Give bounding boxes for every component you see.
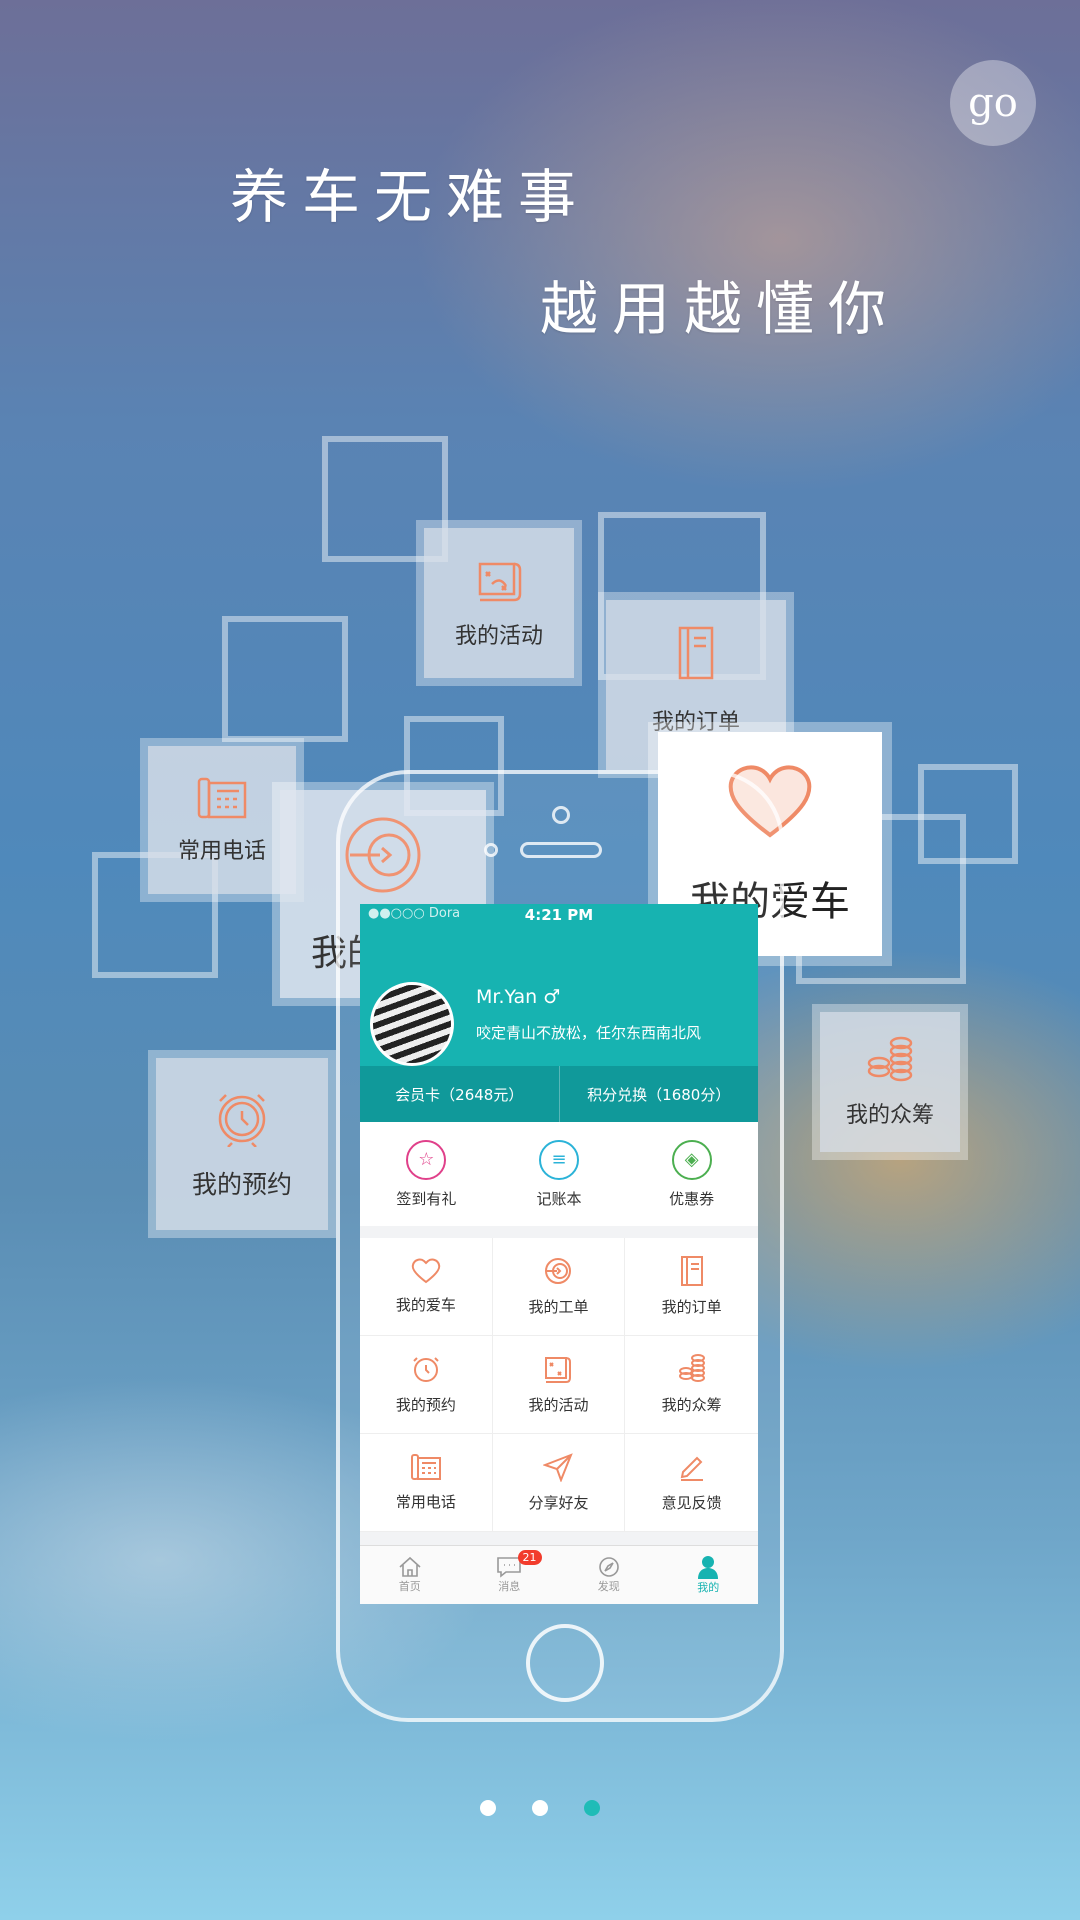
user-motto: 咬定青山不放松，任尔东西南北风 — [476, 1024, 702, 1042]
page-dot[interactable] — [532, 1800, 548, 1816]
compass-icon — [598, 1557, 619, 1577]
quick-action-label: 记账本 — [536, 1189, 582, 1208]
grid-item-label: 我的活动 — [528, 1396, 589, 1414]
grid-item-label: 我的众筹 — [661, 1396, 722, 1414]
order-icon — [678, 626, 714, 680]
tab-label: 发现 — [597, 1580, 620, 1593]
grid-item-my-workorder[interactable]: 我的工单 — [492, 1238, 626, 1336]
unread-badge: 21 — [517, 1550, 542, 1565]
paper-plane-icon — [543, 1453, 574, 1482]
account-bar: 会员卡（2648元） 积分兑换（1680分） — [360, 1066, 758, 1122]
phone-screen: ●●○○○ Dora 4:21 PM Mr.Yan ♂ 咬定青山不放松，任尔东西… — [360, 904, 758, 1604]
person-icon — [698, 1556, 719, 1579]
grid-item-label: 意见反馈 — [661, 1494, 722, 1512]
grid-item-my-crowdfund[interactable]: 我的众筹 — [625, 1336, 758, 1434]
grid-item-my-appointment[interactable]: 我的预约 — [360, 1336, 493, 1434]
alarm-clock-icon — [218, 1094, 266, 1147]
quick-action-label: 优惠券 — [669, 1189, 715, 1208]
page-dot-active[interactable] — [584, 1800, 600, 1816]
telephone-icon — [410, 1454, 441, 1480]
tab-label: 我的 — [697, 1581, 720, 1594]
grid-item-common-phone[interactable]: 常用电话 — [360, 1434, 493, 1532]
coupon-icon: ◈ — [671, 1139, 712, 1180]
phone-sensor — [484, 843, 498, 857]
page-indicator — [0, 1800, 1080, 1816]
grid-item-share-friends[interactable]: 分享好友 — [492, 1434, 626, 1532]
card-label: 我的众筹 — [845, 1103, 934, 1128]
avatar[interactable] — [370, 982, 454, 1066]
ledger-icon: ≡ — [539, 1139, 579, 1180]
slogan-line-2: 越用越懂你 — [540, 275, 901, 343]
grid-item-label: 常用电话 — [395, 1493, 456, 1511]
phone-camera — [552, 806, 570, 824]
home-icon — [399, 1556, 421, 1577]
card-my-activity: 我的活动 — [416, 520, 582, 686]
grid-item-label: 分享好友 — [528, 1494, 589, 1512]
tab-home[interactable]: 首页 — [360, 1546, 460, 1604]
decorative-square — [222, 616, 348, 742]
card-label: 常用电话 — [177, 839, 266, 864]
card-common-phone: 常用电话 — [140, 738, 304, 902]
tab-mine[interactable]: 我的 — [659, 1546, 759, 1604]
grid-item-label: 我的预约 — [395, 1396, 456, 1414]
grid-item-my-car[interactable]: 我的爱车 — [360, 1238, 493, 1336]
map-icon — [545, 1357, 572, 1383]
grid-item-my-activity[interactable]: 我的活动 — [492, 1336, 626, 1434]
heart-icon — [411, 1258, 441, 1284]
slogan-line-1: 养车无难事 — [230, 163, 591, 231]
phone-home-button — [526, 1624, 604, 1702]
grid-item-label: 我的工单 — [528, 1298, 589, 1316]
grid-item-label: 我的爱车 — [395, 1296, 456, 1314]
page-dot[interactable] — [480, 1800, 496, 1816]
star-icon: ☆ — [406, 1139, 447, 1180]
alarm-clock-icon — [413, 1357, 439, 1382]
coins-icon — [867, 1036, 913, 1082]
quick-actions: ☆ 签到有礼 ≡ 记账本 ◈ 优惠券 — [360, 1122, 758, 1226]
coins-icon — [678, 1354, 705, 1382]
grid-item-label: 我的订单 — [661, 1298, 722, 1316]
tab-label: 消息 — [498, 1580, 521, 1593]
order-icon — [680, 1256, 703, 1286]
tab-bar: 首页 21 消息 发现 我的 — [360, 1545, 758, 1604]
status-time: 4:21 PM — [524, 906, 594, 924]
pencil-icon — [680, 1456, 703, 1481]
tab-label: 首页 — [398, 1580, 421, 1593]
telephone-icon — [197, 777, 247, 819]
card-my-appointment: 我的预约 — [148, 1050, 336, 1238]
quick-action-ledger[interactable]: ≡ 记账本 — [493, 1122, 626, 1226]
grid-item-my-order[interactable]: 我的订单 — [625, 1238, 758, 1336]
profile-header: ●●○○○ Dora 4:21 PM Mr.Yan ♂ 咬定青山不放松，任尔东西… — [360, 904, 758, 1066]
card-label: 我的活动 — [454, 624, 543, 649]
map-icon — [478, 562, 522, 602]
quick-action-label: 签到有礼 — [396, 1189, 457, 1208]
grid-item-feedback[interactable]: 意见反馈 — [625, 1434, 758, 1532]
user-name: Mr.Yan ♂ — [476, 986, 561, 1008]
go-button[interactable]: go — [950, 60, 1036, 146]
member-card-button[interactable]: 会员卡（2648元） — [360, 1066, 559, 1122]
card-my-crowdfund: 我的众筹 — [812, 1004, 968, 1160]
phone-speaker — [520, 842, 602, 858]
tab-messages[interactable]: 21 消息 — [460, 1546, 560, 1604]
quick-action-coupon[interactable]: ◈ 优惠券 — [625, 1122, 758, 1226]
points-exchange-button[interactable]: 积分兑换（1680分） — [558, 1066, 759, 1122]
feature-grid: 我的爱车 我的工单 我的订单 我的预约 我的活动 我的众筹 常用电话 分享好友 — [360, 1238, 758, 1532]
tab-discover[interactable]: 发现 — [559, 1546, 659, 1604]
quick-action-checkin[interactable]: ☆ 签到有礼 — [360, 1122, 493, 1226]
workorder-icon — [545, 1258, 572, 1284]
card-label: 我的预约 — [191, 1170, 292, 1199]
